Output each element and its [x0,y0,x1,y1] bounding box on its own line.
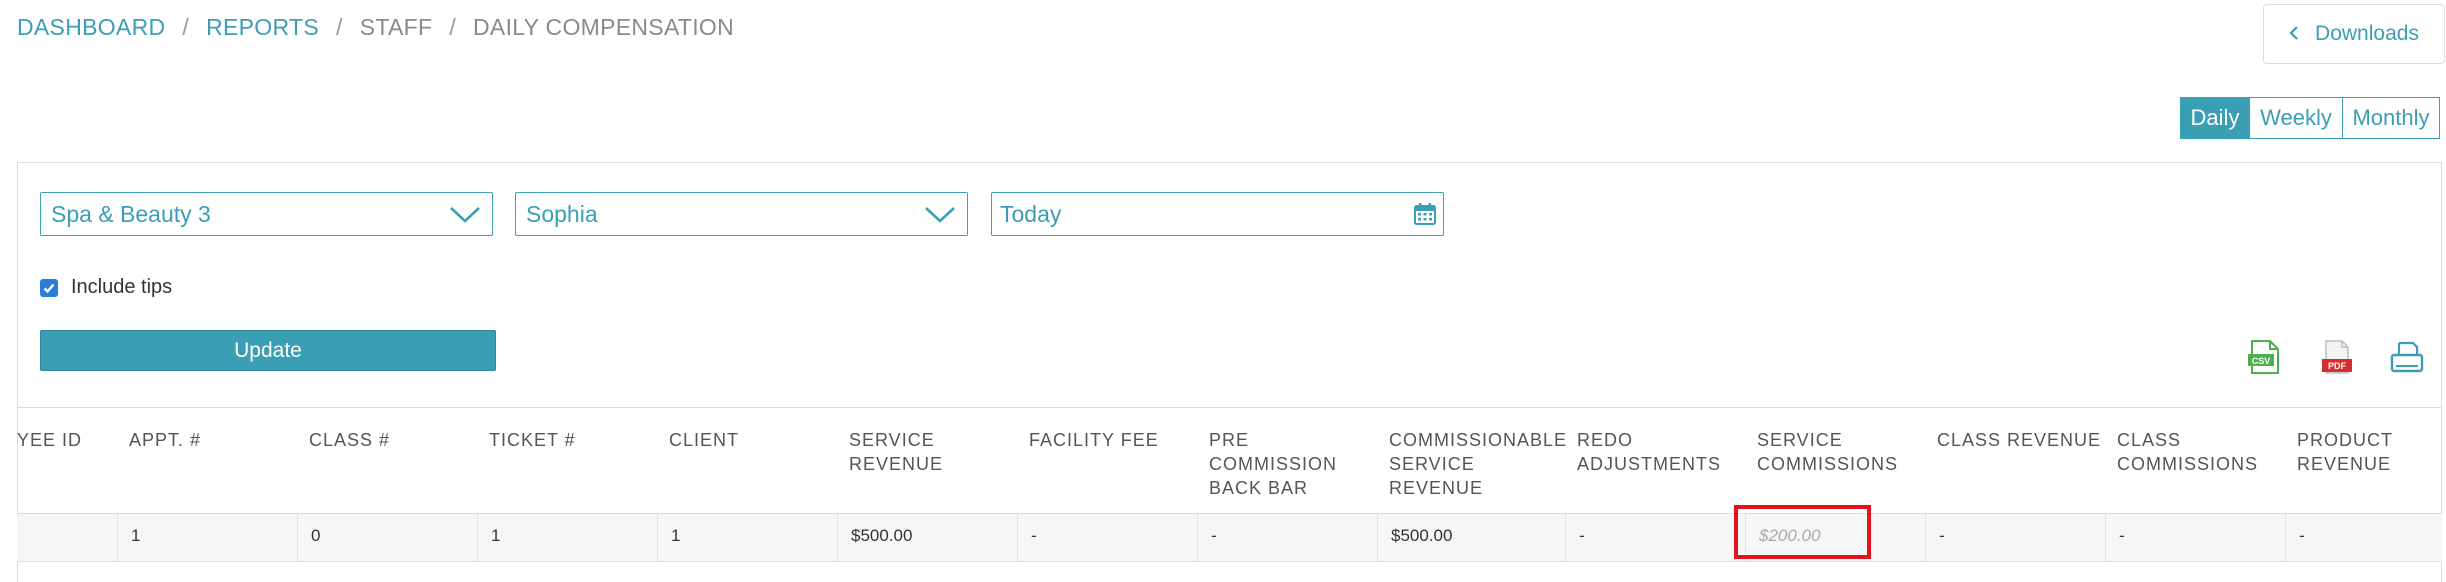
cell-pre-commission-back-bar: - [1211,526,1217,545]
column-divider [1017,514,1018,562]
table-header: YEE ID APPT. # CLASS # TICKET # CLIENT S… [17,407,2442,514]
column-divider [297,514,298,562]
chevron-left-icon [2289,24,2299,45]
column-divider [1197,514,1198,562]
cell-ticket: 1 [491,526,501,545]
date-range-value: Today [1000,200,1062,227]
column-header-class-revenue: CLASS REVENUE [1937,430,2102,450]
period-monthly-button[interactable]: Monthly [2343,97,2440,139]
csv-export-icon[interactable]: CSV [2246,339,2282,375]
downloads-label: Downloads [2315,22,2419,45]
cell-class-revenue: - [1939,526,1945,545]
pdf-export-icon[interactable]: PDF [2318,339,2354,375]
column-divider [117,514,118,562]
column-divider [657,514,658,562]
cell-class: 0 [311,526,321,545]
column-header-service-commissions: SERVICE COMMISSIONS [1757,430,1899,474]
breadcrumb: DASHBOARD / REPORTS / STAFF / DAILY COMP… [17,14,734,41]
column-header-appt: APPT. # [129,430,202,450]
column-header-product-revenue: PRODUCT REVENUE [2297,430,2393,474]
include-tips-option[interactable]: Include tips [40,276,172,299]
period-weekly-button[interactable]: Weekly [2250,97,2343,139]
breadcrumb-reports-link[interactable]: REPORTS [206,14,319,41]
column-header-pre-commission-back-bar: PRE COMMISSION BACK BAR [1209,430,1338,498]
cell-product-revenue: - [2299,526,2305,545]
column-header-class-commissions: CLASS COMMISSIONS [2117,430,2259,474]
cell-client: 1 [671,526,681,545]
column-header-client: CLIENT [669,430,740,450]
breadcrumb-separator: / [335,14,343,40]
include-tips-checkbox[interactable] [40,278,58,297]
cell-commissionable-service-revenue: $500.00 [1391,526,1453,545]
table-row: 1 0 1 1 $500.00 - - $500.00 - $200.00 - … [17,514,2442,562]
column-header-facility-fee: FACILITY FEE [1029,430,1159,450]
location-select-value: Spa & Beauty 3 [51,200,211,227]
column-header-service-revenue: SERVICE REVENUE [849,430,944,474]
chevron-down-icon [448,199,482,235]
svg-text:CSV: CSV [2252,356,2271,366]
date-range-input[interactable]: Today [991,192,1444,236]
column-header-redo-adjustments: REDO ADJUSTMENTS [1577,430,1722,474]
column-header-commissionable-service-revenue: COMMISSIONABLE SERVICE REVENUE [1389,430,1568,498]
print-icon[interactable] [2389,339,2425,375]
column-divider [1377,514,1378,562]
chevron-down-icon [923,199,957,235]
update-button[interactable]: Update [40,330,496,371]
cell-service-revenue: $500.00 [851,526,913,545]
column-divider [2285,514,2286,562]
column-divider [837,514,838,562]
column-divider [2105,514,2106,562]
column-divider [477,514,478,562]
svg-text:PDF: PDF [2328,361,2347,371]
location-select[interactable]: Spa & Beauty 3 [40,192,493,236]
staff-select-value: Sophia [526,200,598,227]
cell-redo-adjustments: - [1579,526,1585,545]
column-header-ticket: TICKET # [489,430,576,450]
breadcrumb-staff: STAFF [359,14,433,40]
column-header-employee-id: YEE ID [17,430,83,450]
column-divider [1925,514,1926,562]
staff-select[interactable]: Sophia [515,192,968,236]
breadcrumb-current-page: DAILY COMPENSATION [473,14,735,40]
cell-facility-fee: - [1031,526,1037,545]
downloads-button[interactable]: Downloads [2263,4,2445,64]
period-daily-button[interactable]: Daily [2180,97,2250,139]
column-header-class: CLASS # [309,430,391,450]
breadcrumb-separator: / [182,14,190,40]
calendar-icon[interactable] [1413,202,1437,232]
column-divider [1565,514,1566,562]
include-tips-label: Include tips [71,276,173,298]
cell-class-commissions: - [2119,526,2125,545]
period-toggle-group: Daily Weekly Monthly [2180,97,2440,139]
highlight-annotation-box [1734,505,1871,559]
breadcrumb-separator: / [449,14,457,40]
cell-appt: 1 [131,526,141,545]
breadcrumb-dashboard-link[interactable]: DASHBOARD [17,14,165,41]
